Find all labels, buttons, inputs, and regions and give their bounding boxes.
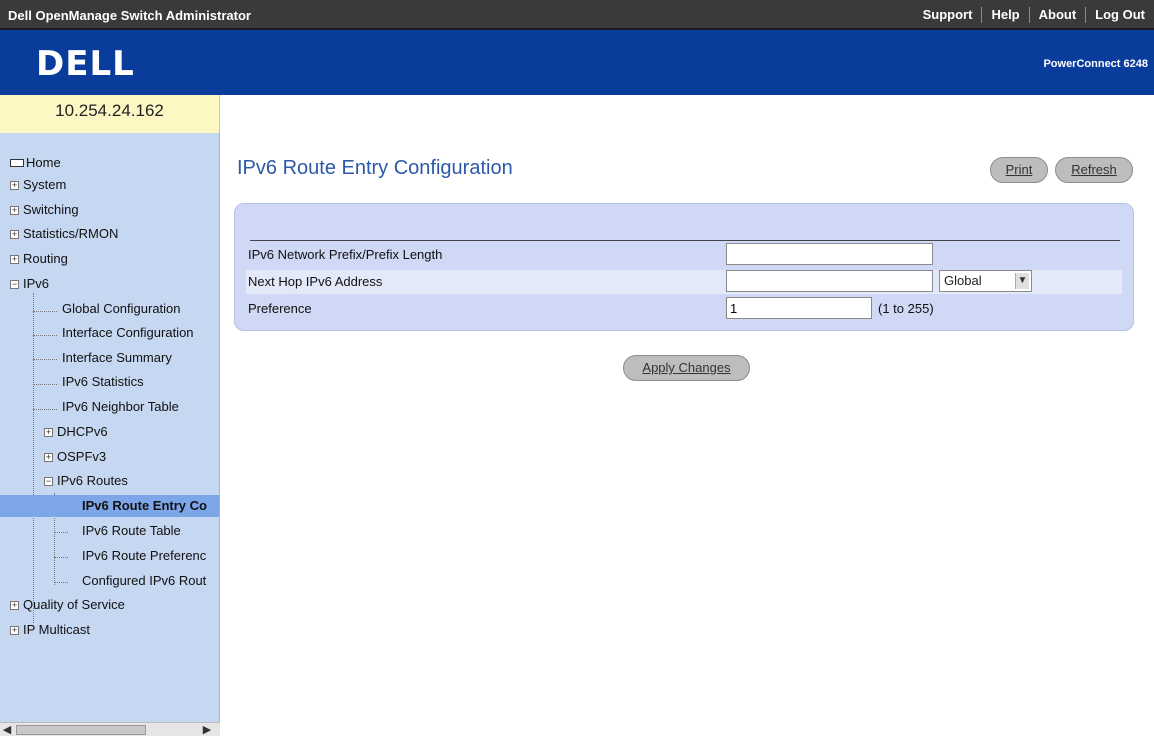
prefix-input[interactable] <box>726 243 933 265</box>
apply-changes-button[interactable]: Apply Changes <box>623 355 750 381</box>
preference-input[interactable] <box>726 297 872 319</box>
preference-label: Preference <box>248 301 312 316</box>
sidebar-item-ipv6-routes[interactable]: − IPv6 Routes <box>44 470 128 492</box>
sidebar-item-routing[interactable]: + Routing <box>10 248 68 270</box>
tree-line <box>33 384 57 385</box>
sidebar-item-home[interactable]: Home <box>10 152 61 174</box>
device-ip: 10.254.24.162 <box>0 95 220 133</box>
next-hop-type-value: Global <box>944 273 982 288</box>
app-title: Dell OpenManage Switch Administrator <box>8 8 251 23</box>
collapse-icon[interactable]: − <box>44 477 53 486</box>
sidebar-item-ospfv3[interactable]: + OSPFv3 <box>44 446 106 468</box>
chevron-down-icon: ▼ <box>1015 273 1029 289</box>
about-link[interactable]: About <box>1028 7 1086 23</box>
expand-icon[interactable]: + <box>10 181 19 190</box>
sidebar-scrollbar[interactable]: ◀ ▶ <box>0 722 220 736</box>
tree-line <box>33 335 57 336</box>
sidebar-item-ipv6-neighbor-table[interactable]: IPv6 Neighbor Table <box>62 396 179 418</box>
sidebar-item-interface-configuration[interactable]: Interface Configuration <box>62 322 194 344</box>
scroll-right-icon[interactable]: ▶ <box>200 723 214 736</box>
top-links: Support Help About Log Out <box>914 0 1154 30</box>
sidebar-item-switching[interactable]: + Switching <box>10 199 79 221</box>
print-button[interactable]: Print <box>990 157 1048 183</box>
tree-line <box>54 582 68 583</box>
support-link[interactable]: Support <box>914 7 982 23</box>
tree-line <box>54 532 68 533</box>
help-link[interactable]: Help <box>981 7 1028 23</box>
logout-link[interactable]: Log Out <box>1085 7 1154 23</box>
expand-icon[interactable]: + <box>10 601 19 610</box>
tree-line <box>33 311 57 312</box>
sidebar-item-ipv6-statistics[interactable]: IPv6 Statistics <box>62 371 144 393</box>
expand-icon[interactable]: + <box>10 206 19 215</box>
sidebar-item-ip-multicast[interactable]: + IP Multicast <box>10 619 90 641</box>
tree-line <box>33 359 57 360</box>
brand-bar: DELL PowerConnect 6248 <box>0 30 1154 95</box>
sidebar-item-statistics-rmon[interactable]: + Statistics/RMON <box>10 223 118 245</box>
sidebar-nav: Home + System + Switching + Statistics/RMON… <box>0 133 220 736</box>
sidebar-item-interface-summary[interactable]: Interface Summary <box>62 347 172 369</box>
dell-logo: DELL <box>36 44 135 84</box>
preference-range: (1 to 255) <box>878 301 934 316</box>
tree-line <box>33 293 34 623</box>
page-title: IPv6 Route Entry Configuration <box>237 157 513 179</box>
form-divider <box>250 240 1120 241</box>
expand-icon[interactable]: + <box>10 255 19 264</box>
sidebar-item-dhcpv6[interactable]: + DHCPv6 <box>44 421 108 443</box>
form-row-prefix: IPv6 Network Prefix/Prefix Length <box>246 243 1122 267</box>
sidebar-item-global-configuration[interactable]: Global Configuration <box>62 298 181 320</box>
tree-line <box>54 557 68 558</box>
expand-icon[interactable]: + <box>10 230 19 239</box>
next-hop-label: Next Hop IPv6 Address <box>248 274 383 289</box>
tree-line <box>33 409 57 410</box>
scroll-left-icon[interactable]: ◀ <box>0 723 14 736</box>
form-row-preference: Preference <box>246 297 1122 321</box>
scrollbar-thumb[interactable] <box>16 725 146 735</box>
next-hop-type-select[interactable]: Global ▼ <box>939 270 1032 292</box>
top-bar: Dell OpenManage Switch Administrator Sup… <box>0 0 1154 30</box>
refresh-button[interactable]: Refresh <box>1055 157 1133 183</box>
model-name: PowerConnect 6248 <box>1043 58 1148 70</box>
expand-icon[interactable]: + <box>10 626 19 635</box>
expand-icon[interactable]: + <box>44 453 53 462</box>
expand-icon[interactable]: + <box>44 428 53 437</box>
sidebar-item-configured-ipv6-routes[interactable]: Configured IPv6 Rout <box>82 570 206 592</box>
sidebar-item-ipv6-route-table[interactable]: IPv6 Route Table <box>82 520 181 542</box>
sidebar-item-ipv6-route-preference[interactable]: IPv6 Route Preferenc <box>82 545 206 567</box>
prefix-label: IPv6 Network Prefix/Prefix Length <box>248 247 443 262</box>
sidebar-item-system[interactable]: + System <box>10 174 66 196</box>
sidebar-item-ipv6-route-entry-configuration[interactable]: IPv6 Route Entry Co <box>0 495 219 517</box>
next-hop-input[interactable] <box>726 270 933 292</box>
collapse-icon[interactable]: − <box>10 280 19 289</box>
sidebar-item-ipv6[interactable]: − IPv6 <box>10 273 49 295</box>
sidebar-item-quality-of-service[interactable]: + Quality of Service <box>10 594 125 616</box>
home-icon <box>10 159 24 167</box>
